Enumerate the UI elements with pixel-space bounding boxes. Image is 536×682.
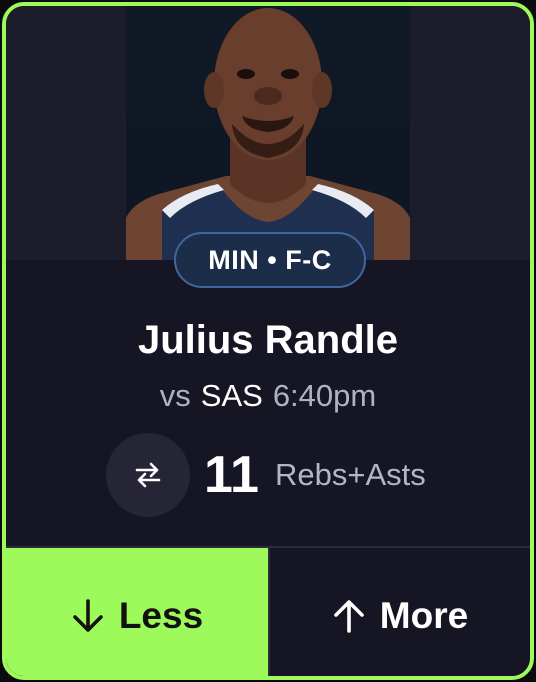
matchup-prefix: vs (159, 378, 191, 413)
stat-type: Rebs+Asts (274, 457, 426, 492)
line-value: 11 (204, 446, 259, 504)
more-button[interactable]: More (268, 548, 530, 676)
pick-buttons: Less More (6, 546, 530, 676)
team-position-badge: MIN • F-C (174, 232, 366, 288)
pick-card: MIN • F-C Julius Randle vs SAS 6:40pm 11… (2, 2, 534, 680)
game-time: 6:40pm (272, 378, 377, 413)
stat-line-row: 11 Rebs+Asts (106, 432, 426, 518)
swap-arrows-icon (135, 462, 161, 488)
less-button-label: Less (118, 595, 204, 636)
more-button-label: More (379, 595, 469, 636)
less-button[interactable]: Less (6, 548, 268, 676)
player-photo (126, 6, 410, 260)
opponent-team: SAS (200, 378, 263, 413)
player-name: Julius Randle (137, 318, 399, 362)
photo-band (6, 6, 530, 260)
swap-stat-button[interactable] (106, 433, 190, 517)
arrow-up-icon (333, 600, 364, 633)
matchup-info: vs SAS 6:40pm (6, 378, 530, 414)
arrow-down-icon (73, 599, 103, 632)
